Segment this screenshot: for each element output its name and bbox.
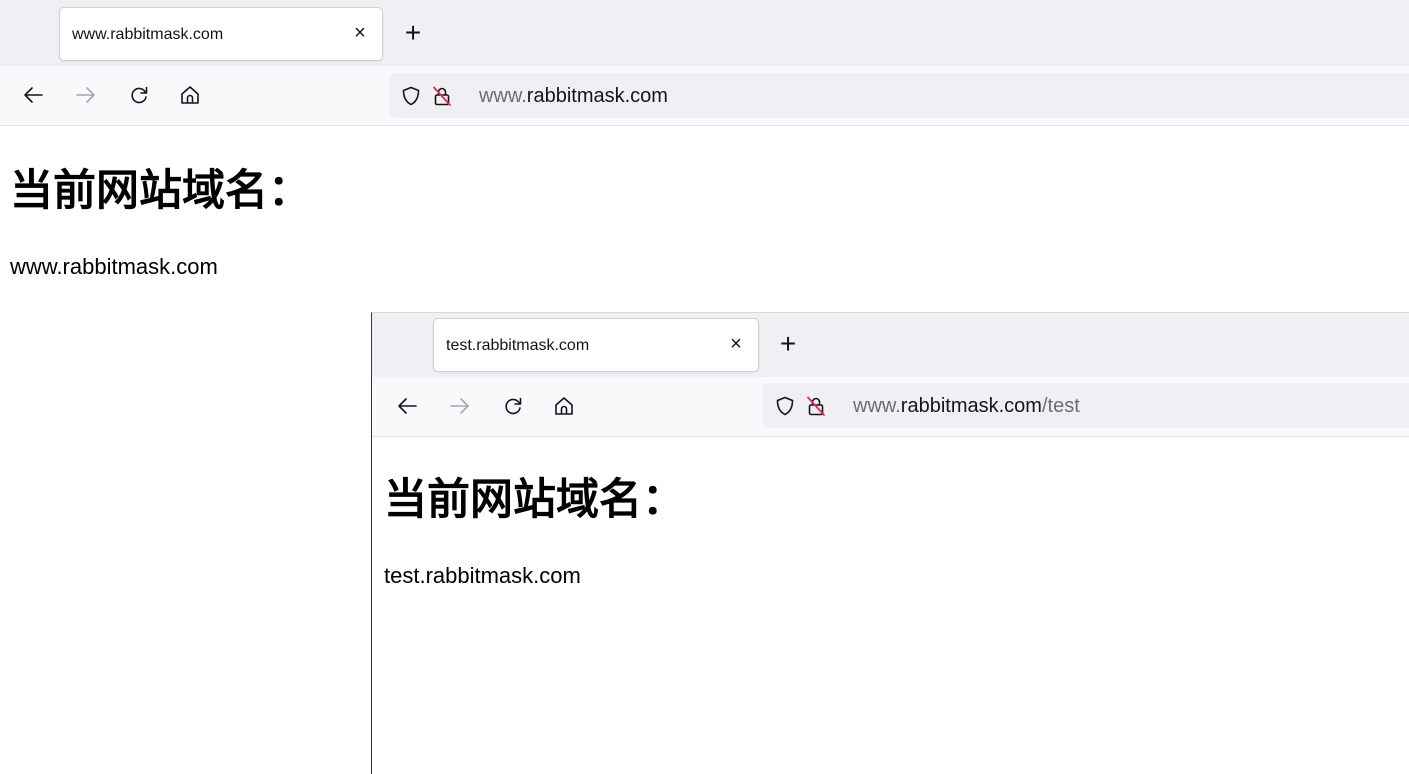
back-button[interactable] [20, 82, 46, 108]
forward-button[interactable] [73, 82, 99, 108]
address-bar[interactable]: www.rabbitmask.com [389, 73, 1409, 118]
reload-button[interactable] [500, 393, 526, 419]
page-heading: 当前网站域名： [384, 475, 685, 525]
domain-text: test.rabbitmask.com [384, 563, 581, 588]
nav-toolbar: www.rabbitmask.com/test [372, 377, 1409, 437]
insecure-lock-icon[interactable] [430, 84, 454, 108]
url-text[interactable]: www.rabbitmask.com [479, 85, 668, 108]
home-icon [555, 397, 573, 415]
arrow-left-icon [398, 398, 417, 414]
home-icon [181, 86, 199, 104]
page-content: 当前网站域名： test.rabbitmask.com [372, 437, 1409, 774]
url-path: /test [1041, 395, 1080, 417]
close-tab-icon[interactable]: × [348, 21, 372, 45]
arrow-right-icon [450, 398, 469, 414]
tab-active[interactable]: test.rabbitmask.com × [433, 318, 759, 372]
back-button[interactable] [394, 393, 420, 419]
tab-title: www.rabbitmask.com [72, 26, 224, 43]
arrow-left-icon [24, 87, 43, 103]
close-tab-icon[interactable]: × [724, 332, 748, 356]
url-text[interactable]: www.rabbitmask.com/test [853, 395, 1080, 418]
reload-icon [131, 86, 148, 104]
url-host: rabbitmask.com [526, 85, 668, 107]
tab-strip: test.rabbitmask.com × + [372, 313, 1409, 377]
shield-icon[interactable] [773, 394, 797, 418]
arrow-right-icon [76, 87, 95, 103]
new-tab-button[interactable]: + [400, 17, 426, 48]
home-button[interactable] [551, 393, 577, 419]
browser-window-secondary: test.rabbitmask.com × + www.rabbitmask.c… [371, 312, 1409, 774]
tab-active[interactable]: www.rabbitmask.com × [59, 7, 383, 61]
insecure-lock-icon[interactable] [804, 394, 828, 418]
domain-text: www.rabbitmask.com [10, 254, 218, 279]
url-prefix: www. [479, 85, 527, 107]
reload-button[interactable] [126, 82, 152, 108]
tab-title: test.rabbitmask.com [446, 337, 590, 354]
forward-button[interactable] [447, 393, 473, 419]
page-heading: 当前网站域名： [10, 166, 311, 216]
new-tab-button[interactable]: + [775, 328, 801, 359]
address-bar[interactable]: www.rabbitmask.com/test [763, 383, 1409, 428]
nav-toolbar: www.rabbitmask.com [0, 66, 1409, 126]
home-button[interactable] [177, 82, 203, 108]
shield-icon[interactable] [399, 84, 423, 108]
reload-icon [505, 397, 522, 415]
url-prefix: www. [853, 395, 901, 417]
url-host: rabbitmask.com [900, 395, 1042, 417]
tab-strip: www.rabbitmask.com × + [0, 0, 1409, 66]
